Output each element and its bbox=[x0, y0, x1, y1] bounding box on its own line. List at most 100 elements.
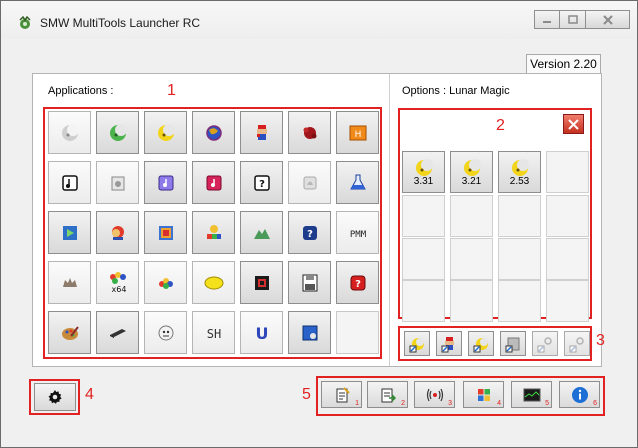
marker-1: 1 bbox=[167, 82, 176, 99]
app-question-block[interactable]: ? bbox=[240, 161, 283, 204]
app-flask[interactable] bbox=[336, 161, 379, 204]
lm-version-button-3[interactable]: 2.53 bbox=[498, 151, 541, 193]
lm-slot-empty[interactable] bbox=[402, 280, 445, 322]
svg-text:?: ? bbox=[307, 229, 313, 240]
app-music-note[interactable] bbox=[48, 161, 91, 204]
app-memory-chip[interactable] bbox=[96, 311, 139, 354]
bottom-button-number: 4 bbox=[497, 400, 501, 407]
lm-slot-empty[interactable] bbox=[498, 238, 541, 280]
app-yellow-oval[interactable] bbox=[192, 261, 235, 304]
shortcut-gear-icon bbox=[537, 336, 552, 352]
bottom-button-4[interactable]: 4 bbox=[463, 381, 504, 408]
app-palette-box[interactable] bbox=[144, 211, 187, 254]
shortcut-moon-alt-icon bbox=[473, 337, 488, 352]
svg-text:SH: SH bbox=[206, 327, 220, 341]
boo-icon bbox=[158, 325, 173, 340]
app-music-purple[interactable] bbox=[144, 161, 187, 204]
shortcut-button-5[interactable] bbox=[532, 331, 558, 356]
bottom-button-number: 3 bbox=[448, 400, 452, 407]
window-gear-icon bbox=[302, 325, 317, 340]
maximize-icon bbox=[567, 15, 578, 24]
svg-text:PMM: PMM bbox=[349, 230, 366, 240]
applications-label: Applications : bbox=[48, 85, 114, 97]
shortcut-button-6[interactable] bbox=[564, 331, 590, 356]
app-u-letter[interactable]: U bbox=[240, 311, 283, 354]
document-arrow-icon bbox=[381, 388, 396, 402]
app-music-red[interactable] bbox=[192, 161, 235, 204]
app-slot-empty[interactable] bbox=[336, 311, 379, 354]
question-block-icon: ? bbox=[253, 174, 270, 191]
shortcut-button-3[interactable] bbox=[468, 331, 494, 356]
app-mario[interactable] bbox=[240, 111, 283, 154]
lm-slot-empty[interactable] bbox=[546, 195, 589, 237]
app-mountain[interactable] bbox=[240, 211, 283, 254]
app-question-blue[interactable]: ? bbox=[288, 211, 331, 254]
lm-slot-empty[interactable] bbox=[546, 151, 589, 193]
app-globe[interactable] bbox=[192, 111, 235, 154]
app-cloud[interactable] bbox=[288, 161, 331, 204]
app-yoshi[interactable] bbox=[96, 211, 139, 254]
bottom-button-3[interactable]: 3 bbox=[414, 381, 455, 408]
lm-version-button-2[interactable]: 3.21 bbox=[450, 151, 493, 193]
lm-slot-empty[interactable] bbox=[498, 280, 541, 322]
options-close-button[interactable] bbox=[563, 114, 584, 134]
floppy-icon bbox=[302, 274, 317, 291]
lm-version-button-1[interactable]: 3.31 bbox=[402, 151, 445, 193]
shortcut-button-2[interactable] bbox=[436, 331, 462, 356]
maximize-button[interactable] bbox=[560, 10, 586, 29]
version-tab[interactable]: Version 2.20 bbox=[526, 54, 601, 74]
app-play-media[interactable] bbox=[48, 211, 91, 254]
close-icon bbox=[602, 14, 613, 25]
app-x64[interactable]: x64 bbox=[96, 261, 139, 304]
lm-slot-empty[interactable] bbox=[546, 280, 589, 322]
bottom-button-6[interactable]: 6 bbox=[559, 381, 600, 408]
lunar-magic-yellow-icon bbox=[157, 123, 175, 141]
lm-version-label: 3.21 bbox=[461, 175, 482, 187]
paint-tiles-icon bbox=[206, 224, 221, 239]
minimize-button[interactable] bbox=[534, 10, 560, 29]
info-icon bbox=[571, 386, 588, 403]
app-question-red[interactable]: ? bbox=[336, 261, 379, 304]
close-button[interactable] bbox=[586, 10, 630, 29]
monitor-graph-icon bbox=[523, 388, 540, 401]
windows-logo-icon bbox=[477, 388, 490, 401]
app-paint-tiles[interactable] bbox=[192, 211, 235, 254]
app-music-doc[interactable] bbox=[96, 161, 139, 204]
app-dark-chip[interactable] bbox=[240, 261, 283, 304]
settings-button[interactable] bbox=[34, 383, 76, 411]
app-red-blob[interactable] bbox=[288, 111, 331, 154]
music-note-icon bbox=[61, 174, 78, 191]
mario-icon bbox=[256, 124, 267, 140]
app-lunar-magic-green[interactable] bbox=[96, 111, 139, 154]
music-doc-icon bbox=[111, 176, 124, 190]
app-floppy[interactable] bbox=[288, 261, 331, 304]
app-hex-editor[interactable]: H bbox=[336, 111, 379, 154]
lm-slot-empty[interactable] bbox=[402, 195, 445, 237]
lm-slot-empty[interactable] bbox=[450, 280, 493, 322]
lm-slot-empty[interactable] bbox=[498, 195, 541, 237]
music-purple-icon bbox=[158, 175, 173, 190]
lm-slot-empty[interactable] bbox=[450, 195, 493, 237]
shortcut-moon-icon bbox=[409, 337, 424, 352]
app-lunar-magic-yellow[interactable] bbox=[144, 111, 187, 154]
app-window-gear[interactable] bbox=[288, 311, 331, 354]
app-dots[interactable] bbox=[144, 261, 187, 304]
flask-icon bbox=[349, 174, 366, 189]
u-letter-icon: U bbox=[255, 324, 268, 343]
app-sh[interactable]: SH bbox=[192, 311, 235, 354]
lm-slot-empty[interactable] bbox=[450, 238, 493, 280]
window-controls bbox=[534, 10, 630, 29]
app-koopa[interactable] bbox=[48, 261, 91, 304]
lm-slot-empty[interactable] bbox=[402, 238, 445, 280]
app-lunar-magic-gray[interactable] bbox=[48, 111, 91, 154]
app-paint-palette[interactable] bbox=[48, 311, 91, 354]
mountain-icon bbox=[253, 228, 270, 239]
shortcut-button-1[interactable] bbox=[404, 331, 430, 356]
bottom-button-2[interactable]: 2 bbox=[367, 381, 408, 408]
bottom-button-1[interactable]: 1 bbox=[321, 381, 362, 408]
bottom-button-5[interactable]: 5 bbox=[511, 381, 552, 408]
shortcut-button-4[interactable] bbox=[500, 331, 526, 356]
app-boo[interactable] bbox=[144, 311, 187, 354]
app-pmm[interactable]: PMM bbox=[336, 211, 379, 254]
lm-slot-empty[interactable] bbox=[546, 238, 589, 280]
